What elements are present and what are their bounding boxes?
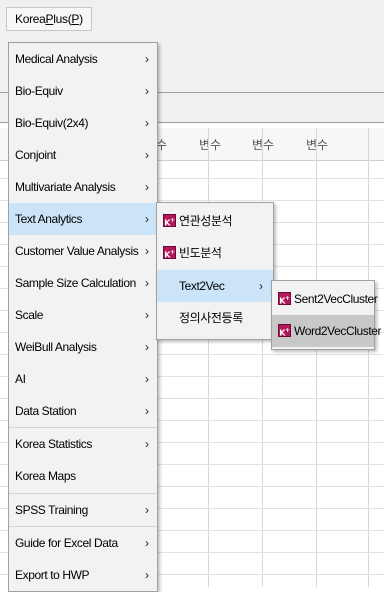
chevron-right-icon: › bbox=[145, 404, 149, 418]
chevron-right-icon: › bbox=[145, 372, 149, 386]
menu-item-label: Multivariate Analysis bbox=[15, 180, 116, 194]
chevron-right-icon: › bbox=[145, 340, 149, 354]
chevron-right-icon: › bbox=[145, 148, 149, 162]
menu-item-label: Scale bbox=[15, 308, 44, 322]
menu-item-text-analytics[interactable]: Text Analytics › bbox=[9, 203, 157, 235]
chevron-right-icon: › bbox=[145, 212, 149, 226]
kp-app-icon: K+ bbox=[278, 324, 291, 338]
koreaplus-menu-prefix: Korea bbox=[15, 12, 46, 26]
menu-item-label: Guide for Excel Data bbox=[15, 536, 118, 550]
menu-item-label: SPSS Training bbox=[15, 503, 88, 517]
menu-item-label: Korea Maps bbox=[15, 469, 76, 483]
menu-item-label: Text Analytics bbox=[15, 212, 83, 226]
menu-item-medical-analysis[interactable]: Medical Analysis › bbox=[9, 43, 157, 75]
chevron-right-icon: › bbox=[145, 568, 149, 582]
kp-app-icon: K+ bbox=[163, 214, 176, 228]
menu-item-label: Text2Vec bbox=[179, 279, 225, 293]
menu-item-weibull-analysis[interactable]: WeiBull Analysis › bbox=[9, 331, 157, 363]
menu-item-label: Data Station bbox=[15, 404, 77, 418]
menu-item-text2vec[interactable]: Text2Vec › bbox=[157, 270, 273, 302]
chevron-right-icon: › bbox=[145, 308, 149, 322]
menu-item-word2veccluster[interactable]: K+ Word2VecCluster bbox=[272, 315, 382, 347]
koreaplus-menu-suffix: ) bbox=[79, 12, 83, 26]
chevron-right-icon: › bbox=[145, 180, 149, 194]
koreaplus-dropdown: Medical Analysis › Bio-Equiv › Bio-Equiv(2… bbox=[8, 42, 158, 592]
menu-item-spss-training[interactable]: SPSS Training › bbox=[9, 494, 157, 526]
menu-item-sent2veccluster[interactable]: K+ Sent2VecCluster bbox=[272, 283, 378, 315]
menu-item-ai[interactable]: AI › bbox=[9, 363, 157, 395]
menu-item-customer-value-analysis[interactable]: Customer Value Analysis › bbox=[9, 235, 157, 267]
kp-app-icon: K+ bbox=[278, 292, 291, 306]
chevron-right-icon: › bbox=[145, 52, 149, 66]
chevron-right-icon: › bbox=[145, 116, 149, 130]
menu-item-sample-size-calculation[interactable]: Sample Size Calculation › bbox=[9, 267, 157, 299]
menu-item-scale[interactable]: Scale › bbox=[9, 299, 157, 331]
chevron-right-icon: › bbox=[145, 437, 149, 451]
menu-item-guide-for-excel-data[interactable]: Guide for Excel Data › bbox=[9, 527, 157, 559]
menubar: KoreaPlus(P) bbox=[0, 0, 384, 37]
menu-item-association-analysis[interactable]: K+ 연관성분석 bbox=[157, 205, 273, 237]
koreaplus-menu-mid: lus( bbox=[53, 12, 72, 26]
text-analytics-submenu: K+ 연관성분석 K+ 빈도분석 Text2Vec › 정의사전등록 bbox=[156, 202, 274, 340]
menu-item-label: 연관성분석 bbox=[179, 214, 233, 228]
menu-item-multivariate-analysis[interactable]: Multivariate Analysis › bbox=[9, 171, 157, 203]
menu-item-label: Korea Statistics bbox=[15, 437, 92, 451]
menu-item-conjoint[interactable]: Conjoint › bbox=[9, 139, 157, 171]
menu-item-label: Conjoint bbox=[15, 148, 56, 162]
menu-item-export-to-hwp[interactable]: Export to HWP › bbox=[9, 559, 157, 591]
menu-item-label: Medical Analysis bbox=[15, 52, 98, 66]
column-header[interactable]: 변수 bbox=[289, 136, 345, 153]
menu-item-bio-equiv-2x4[interactable]: Bio-Equiv(2x4) › bbox=[9, 107, 157, 139]
menu-item-label: Bio-Equiv bbox=[15, 84, 63, 98]
menu-item-korea-maps[interactable]: Korea Maps bbox=[9, 460, 157, 492]
menu-item-label: Sample Size Calculation bbox=[15, 276, 136, 290]
koreaplus-menu[interactable]: KoreaPlus(P) bbox=[6, 7, 92, 31]
menu-item-frequency-analysis[interactable]: K+ 빈도분석 bbox=[157, 237, 273, 269]
column-header[interactable]: 변수 bbox=[235, 136, 291, 153]
menu-item-dictionary-registration[interactable]: 정의사전등록 bbox=[157, 302, 273, 334]
text2vec-submenu: K+ Sent2VecCluster K+ Word2VecCluster bbox=[271, 280, 382, 350]
menu-item-label: Sent2VecCluster bbox=[294, 292, 378, 306]
menu-item-label: Bio-Equiv(2x4) bbox=[15, 116, 89, 130]
chevron-right-icon: › bbox=[259, 279, 263, 293]
menu-item-data-station[interactable]: Data Station › bbox=[9, 395, 157, 427]
menu-item-label: AI bbox=[15, 372, 26, 386]
menu-item-label: Word2VecCluster bbox=[294, 324, 382, 338]
chevron-right-icon: › bbox=[145, 244, 149, 258]
menu-item-bio-equiv[interactable]: Bio-Equiv › bbox=[9, 75, 157, 107]
chevron-right-icon: › bbox=[145, 84, 149, 98]
koreaplus-menu-mnemonic-2: P bbox=[71, 12, 80, 26]
chevron-right-icon: › bbox=[145, 276, 149, 290]
menu-item-label: Customer Value Analysis bbox=[15, 244, 139, 258]
menu-item-label: WeiBull Analysis bbox=[15, 340, 97, 354]
kp-app-icon: K+ bbox=[163, 246, 176, 260]
menu-item-label: Export to HWP bbox=[15, 568, 90, 582]
chevron-right-icon: › bbox=[145, 503, 149, 517]
column-header[interactable]: 변수 bbox=[182, 136, 238, 153]
menu-item-korea-statistics[interactable]: Korea Statistics › bbox=[9, 428, 157, 460]
menu-item-label: 정의사전등록 bbox=[179, 311, 243, 325]
chevron-right-icon: › bbox=[145, 536, 149, 550]
menu-item-label: 빈도분석 bbox=[179, 246, 222, 260]
